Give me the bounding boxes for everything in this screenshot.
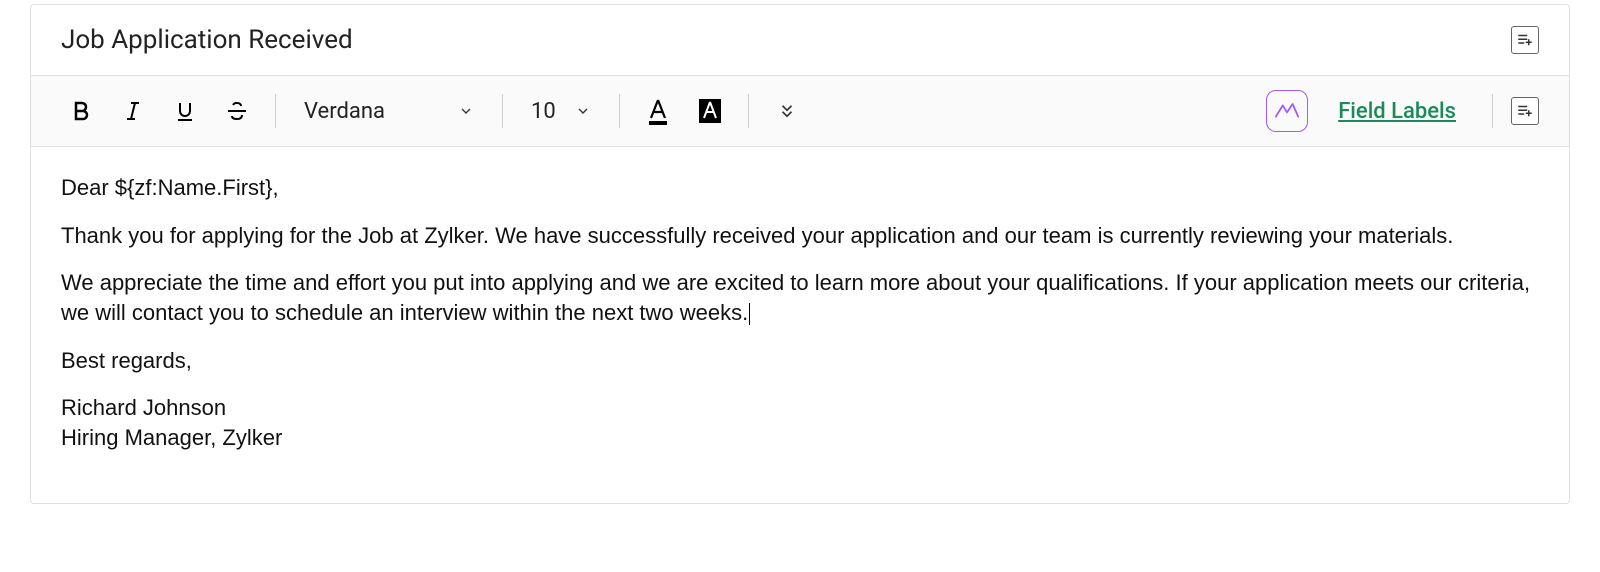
double-chevron-down-icon [778,102,796,120]
underline-button[interactable] [165,91,205,131]
field-labels-link[interactable]: Field Labels [1338,99,1456,124]
editor-content[interactable]: Dear ${zf:Name.First}, Thank you for app… [31,147,1569,503]
chevron-down-icon [575,103,591,119]
signature-title: Hiring Manager, Zylker [61,423,1539,453]
signature-name: Richard Johnson [61,393,1539,423]
insert-field-button[interactable] [1511,26,1539,54]
insert-field-button-toolbar[interactable] [1511,97,1539,125]
strikethrough-icon [225,99,249,123]
bold-icon [69,99,93,123]
email-paragraph-2: We appreciate the time and effort you pu… [61,268,1539,327]
email-greeting: Dear ${zf:Name.First}, [61,173,1539,203]
email-paragraph-1: Thank you for applying for the Job at Zy… [61,221,1539,251]
underline-icon [173,99,197,123]
toolbar-separator [275,94,276,128]
toolbar-separator [619,94,620,128]
bold-button[interactable] [61,91,101,131]
toolbar-separator [748,94,749,128]
chevron-down-icon [458,103,474,119]
editor-toolbar: Verdana 10 [31,76,1569,147]
text-color-icon [643,96,673,126]
text-color-button[interactable] [638,91,678,131]
zia-icon [1273,100,1301,122]
email-closing: Best regards, [61,346,1539,376]
font-family-select[interactable]: Verdana [294,99,484,124]
strikethrough-button[interactable] [217,91,257,131]
font-size-select[interactable]: 10 [521,99,601,124]
zia-ai-button[interactable] [1266,90,1308,132]
background-color-button[interactable] [690,91,730,131]
subject-row [31,5,1569,76]
text-cursor [749,303,750,325]
toolbar-separator [1492,94,1493,128]
more-options-button[interactable] [767,91,807,131]
background-color-icon [695,96,725,126]
font-size-value: 10 [531,99,556,124]
toolbar-separator [502,94,503,128]
font-family-value: Verdana [304,99,385,124]
italic-button[interactable] [113,91,153,131]
italic-icon [121,99,145,123]
insert-field-icon [1516,102,1534,120]
subject-input[interactable] [61,25,1511,55]
insert-field-icon [1516,31,1534,49]
